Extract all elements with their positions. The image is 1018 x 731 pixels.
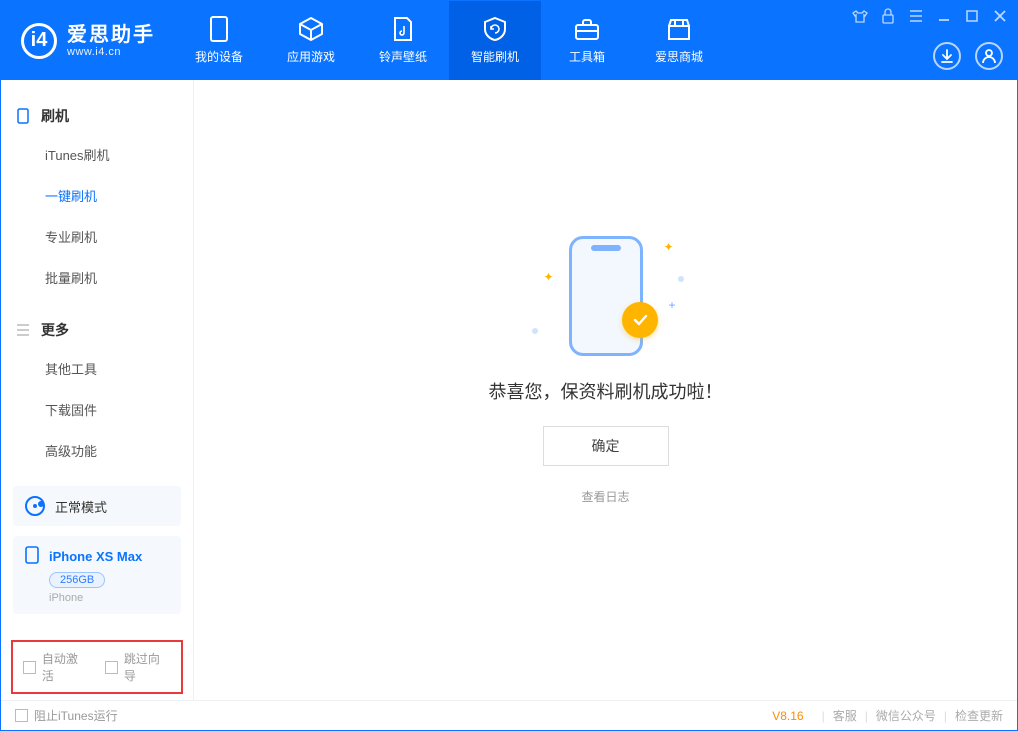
phone-icon: [25, 546, 41, 566]
dot-icon: [532, 328, 538, 334]
music-file-icon: [390, 16, 416, 42]
highlighted-options: 自动激活 跳过向导: [11, 640, 183, 694]
checkbox-icon: [15, 709, 28, 722]
device-name: iPhone XS Max: [49, 549, 142, 564]
app-logo: i4 爱思助手 www.i4.cn: [1, 1, 173, 80]
checkbox-label: 自动激活: [42, 650, 89, 684]
mode-icon: [25, 496, 45, 516]
checkbox-skip-guide[interactable]: 跳过向导: [105, 650, 171, 684]
ok-button[interactable]: 确定: [543, 426, 669, 466]
checkbox-label: 跳过向导: [124, 650, 171, 684]
sidebar-item-itunes-flash[interactable]: iTunes刷机: [45, 134, 193, 175]
sidebar-group-more: 更多: [1, 312, 193, 348]
sidebar-item-pro-flash[interactable]: 专业刷机: [45, 216, 193, 257]
nav-label: 我的设备: [195, 48, 243, 65]
app-body: 刷机 iTunes刷机 一键刷机 专业刷机 批量刷机 更多 其他工具 下载固件 …: [1, 80, 1017, 700]
minimize-button[interactable]: [935, 7, 953, 25]
sidebar-group-label: 刷机: [41, 106, 69, 126]
device-info-box[interactable]: iPhone XS Max 256GB iPhone: [13, 536, 181, 614]
nav-smart-flash[interactable]: 智能刷机: [449, 1, 541, 80]
device-mode-box[interactable]: 正常模式: [13, 486, 181, 526]
checkbox-label: 阻止iTunes运行: [34, 707, 118, 724]
tshirt-icon[interactable]: [851, 7, 869, 25]
phone-icon: [15, 108, 31, 124]
sidebar-item-oneclick-flash[interactable]: 一键刷机: [45, 175, 193, 216]
checkbox-icon: [23, 661, 36, 674]
sidebar-item-batch-flash[interactable]: 批量刷机: [45, 257, 193, 298]
device-icon: [206, 16, 232, 42]
menu-icon[interactable]: [907, 7, 925, 25]
main-content: ✦ ✦ + 恭喜您，保资料刷机成功啦！ 确定 查看日志: [194, 80, 1017, 700]
header-actions: [933, 42, 1003, 70]
nav-my-device[interactable]: 我的设备: [173, 1, 265, 80]
sparkle-icon: ✦: [544, 270, 554, 284]
main-nav: 我的设备 应用游戏 铃声壁纸 智能刷机 工具箱 爱思商城: [173, 1, 725, 80]
sparkle-icon: +: [668, 298, 675, 312]
lock-icon[interactable]: [879, 7, 897, 25]
mode-label: 正常模式: [55, 497, 107, 516]
app-name: 爱思助手: [67, 24, 155, 46]
nav-label: 应用游戏: [287, 48, 335, 65]
nav-label: 铃声壁纸: [379, 48, 427, 65]
sidebar: 刷机 iTunes刷机 一键刷机 专业刷机 批量刷机 更多 其他工具 下载固件 …: [1, 80, 194, 700]
view-log-link[interactable]: 查看日志: [581, 488, 629, 505]
checkbox-icon: [105, 661, 118, 674]
sidebar-item-other-tools[interactable]: 其他工具: [45, 348, 193, 389]
nav-label: 工具箱: [569, 48, 605, 65]
phone-illustration-icon: [569, 236, 643, 356]
download-button[interactable]: [933, 42, 961, 70]
status-bar: 阻止iTunes运行 V8.16 | 客服 | 微信公众号 | 检查更新: [1, 700, 1017, 730]
toolbox-icon: [574, 16, 600, 42]
device-storage: 256GB: [49, 572, 105, 588]
success-message: 恭喜您，保资料刷机成功啦！: [489, 378, 723, 404]
app-url: www.i4.cn: [67, 46, 155, 58]
nav-apps-games[interactable]: 应用游戏: [265, 1, 357, 80]
refresh-shield-icon: [482, 16, 508, 42]
window-controls: [851, 7, 1009, 25]
nav-label: 爱思商城: [655, 48, 703, 65]
nav-ringtone-wallpaper[interactable]: 铃声壁纸: [357, 1, 449, 80]
nav-store[interactable]: 爱思商城: [633, 1, 725, 80]
maximize-button[interactable]: [963, 7, 981, 25]
footer-link-update[interactable]: 检查更新: [955, 707, 1003, 724]
sidebar-group-flash: 刷机: [1, 98, 193, 134]
footer-link-support[interactable]: 客服: [833, 707, 857, 724]
nav-label: 智能刷机: [471, 48, 519, 65]
version-label: V8.16: [772, 709, 803, 723]
app-header: i4 爱思助手 www.i4.cn 我的设备 应用游戏 铃声壁纸 智能刷机 工具…: [1, 1, 1017, 80]
device-type: iPhone: [49, 592, 169, 604]
checkbox-auto-activate[interactable]: 自动激活: [23, 650, 89, 684]
sparkle-icon: ✦: [663, 240, 673, 254]
sidebar-item-download-firmware[interactable]: 下载固件: [45, 389, 193, 430]
sidebar-item-advanced[interactable]: 高级功能: [45, 430, 193, 471]
list-icon: [15, 322, 31, 338]
success-check-icon: [622, 302, 658, 338]
logo-icon: i4: [21, 23, 57, 59]
dot-icon: [678, 276, 684, 282]
user-button[interactable]: [975, 42, 1003, 70]
nav-toolbox[interactable]: 工具箱: [541, 1, 633, 80]
success-illustration: ✦ ✦ +: [526, 236, 686, 356]
close-button[interactable]: [991, 7, 1009, 25]
footer-link-wechat[interactable]: 微信公众号: [876, 707, 936, 724]
checkbox-block-itunes[interactable]: 阻止iTunes运行: [15, 707, 118, 724]
sidebar-group-label: 更多: [41, 320, 69, 340]
store-icon: [666, 16, 692, 42]
cube-icon: [298, 16, 324, 42]
